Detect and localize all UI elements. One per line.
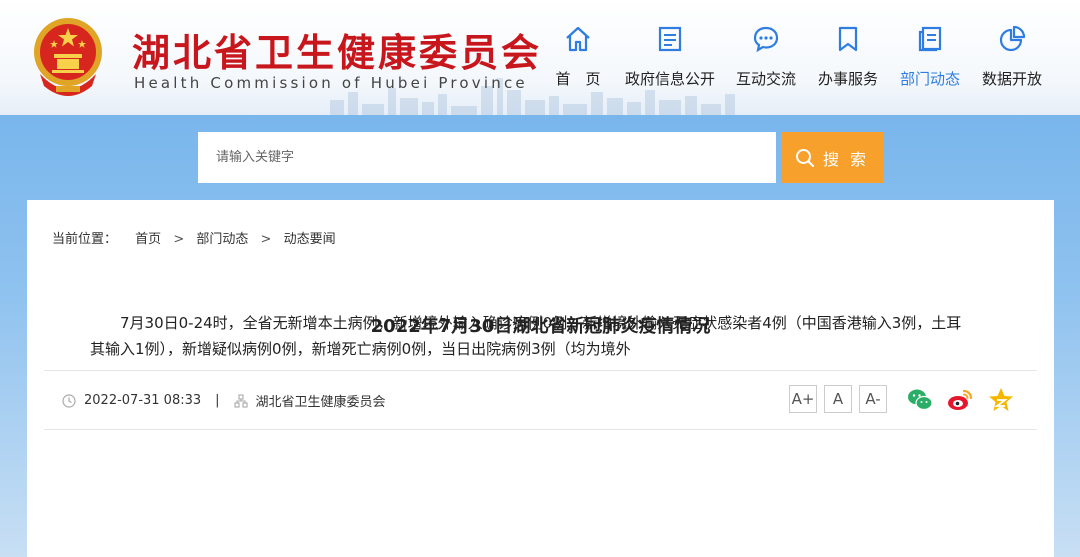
article-meta-bar: 2022-07-31 08:33 | 湖北省卫生健康委员会 A+ A A- [44, 370, 1037, 430]
weibo-icon[interactable] [946, 386, 974, 414]
chat-bubble-icon [753, 26, 779, 53]
font-size-increase-button[interactable]: A+ [789, 385, 817, 413]
article-meta: 2022-07-31 08:33 | 湖北省卫生健康委员会 [62, 391, 386, 410]
nav-label: 政府信息公开 [624, 70, 715, 88]
national-emblem-icon [34, 18, 102, 96]
font-size-default-button[interactable]: A [824, 385, 852, 413]
nav-label: 首 页 [555, 70, 601, 88]
font-size-label: A [832, 390, 844, 408]
document-icon [658, 26, 682, 52]
breadcrumb-separator: > [260, 232, 272, 247]
pie-chart-icon [999, 25, 1026, 52]
nav-item-open-data[interactable]: 数据开放 [962, 24, 1062, 94]
search-icon [795, 148, 815, 167]
search-button[interactable]: 搜 索 [781, 132, 883, 183]
wechat-icon[interactable] [906, 386, 934, 414]
breadcrumb-link-news[interactable]: 动态要闻 [284, 228, 336, 247]
nav-item-home[interactable]: 首 页 [528, 24, 628, 94]
home-icon [566, 26, 590, 52]
font-size-decrease-button[interactable]: A- [859, 385, 887, 413]
news-icon [918, 26, 942, 52]
org-chart-icon [233, 393, 248, 408]
favorite-star-icon[interactable] [987, 386, 1015, 414]
breadcrumb-separator: > [173, 232, 185, 247]
search-button-label: 搜 索 [822, 149, 870, 169]
search-input[interactable] [198, 132, 776, 183]
content-card: 当前位置： 首页 > 部门动态 > 动态要闻 2022年7月30日湖北省新冠肺炎… [27, 200, 1054, 557]
nav-item-gov-info[interactable]: 政府信息公开 [620, 24, 720, 94]
meta-divider: | [215, 393, 220, 408]
article-source: 湖北省卫生健康委员会 [255, 395, 386, 410]
clock-icon [62, 393, 76, 408]
article-body: 7月30日0-24时，全省无新增本土病例，新增境外输入确诊病例0例，新增境外输入… [90, 310, 970, 362]
breadcrumb-link-home[interactable]: 首页 [135, 228, 161, 247]
site-title: 湖北省卫生健康委员会 [132, 30, 543, 75]
breadcrumb: 当前位置： 首页 > 部门动态 > 动态要闻 [52, 228, 336, 247]
article-paragraph: 7月30日0-24时，全省无新增本土病例，新增境外输入确诊病例0例，新增境外输入… [90, 314, 962, 358]
nav-label: 数据开放 [981, 70, 1042, 88]
font-size-label: A- [865, 390, 881, 408]
site-header: 湖北省卫生健康委员会 Health Commission of Hubei Pr… [0, 0, 1080, 115]
bookmark-icon [838, 26, 858, 52]
breadcrumb-label: 当前位置： [52, 232, 118, 247]
publish-date: 2022-07-31 08:33 [84, 393, 202, 408]
site-subtitle: Health Commission of Hubei Province [134, 74, 528, 92]
breadcrumb-link-dept-news[interactable]: 部门动态 [196, 228, 248, 247]
font-size-label: A+ [791, 390, 815, 408]
